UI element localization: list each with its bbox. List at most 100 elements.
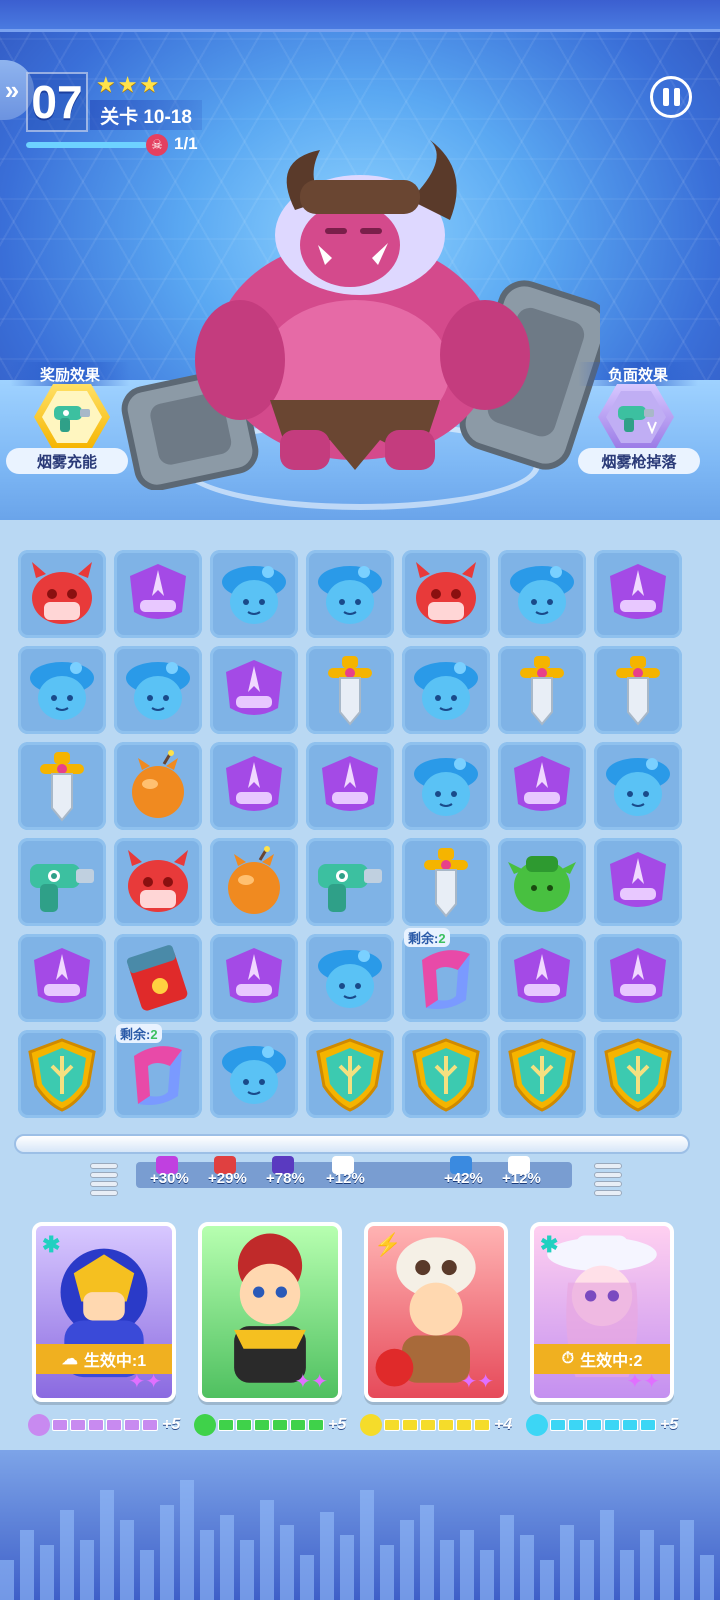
energy-segment (236, 1419, 252, 1431)
board-cell[interactable] (114, 838, 202, 926)
board-cell[interactable] (18, 742, 106, 830)
energy-segment (420, 1419, 436, 1431)
energy-segment (70, 1419, 86, 1431)
tile-sword-icon (424, 848, 468, 918)
smoke-gun-drop-icon (618, 406, 657, 434)
right-spring (594, 1160, 622, 1204)
board-cell[interactable] (18, 838, 106, 926)
tile-knight-purple-icon (514, 948, 570, 1003)
bonus-percent: +42% (444, 1170, 483, 1187)
reward-effect-title: 奖励效果 (10, 362, 130, 386)
board-cell[interactable] (594, 1030, 682, 1118)
hero-status-text: 生效中:2 (580, 1353, 643, 1370)
board-cell[interactable] (18, 1030, 106, 1118)
energy-segment (52, 1419, 68, 1431)
board-cell[interactable] (594, 934, 682, 1022)
hero-head-icon (194, 1414, 216, 1436)
remaining-count: 剩余:2 (404, 928, 450, 947)
board-cell[interactable]: 剩余:2 (114, 1024, 202, 1118)
board-cell[interactable] (210, 1030, 298, 1118)
board-cell[interactable] (402, 1030, 490, 1118)
tile-knight-purple-icon (610, 564, 666, 619)
board-cell[interactable] (498, 646, 586, 734)
board-cell[interactable] (594, 550, 682, 638)
board-cell[interactable] (402, 838, 490, 926)
board-cell[interactable] (306, 1030, 394, 1118)
bonus-percent: +29% (208, 1170, 247, 1187)
boss-ogre (121, 140, 600, 490)
tile-knight-purple-icon (130, 564, 186, 619)
equalizer-decoration (0, 1450, 720, 1600)
tile-red-envelope-icon (126, 945, 188, 1011)
board-cell[interactable] (210, 550, 298, 638)
remaining-value: 2 (150, 1027, 158, 1042)
board-cell[interactable] (18, 646, 106, 734)
board-cell[interactable] (306, 550, 394, 638)
energy-segment (456, 1419, 472, 1431)
remaining-value: 2 (438, 931, 446, 946)
bonus-percent: +78% (266, 1170, 305, 1187)
board-cell[interactable] (210, 742, 298, 830)
tile-girl-blue-icon (222, 566, 286, 624)
board-cell[interactable] (210, 838, 298, 926)
energy-segment (640, 1419, 656, 1431)
board-cell[interactable] (594, 742, 682, 830)
tile-shield-icon (508, 1038, 576, 1112)
hero-head-icon (526, 1414, 548, 1436)
board-cell[interactable] (114, 934, 202, 1022)
board-cell[interactable] (18, 934, 106, 1022)
tile-shield-icon (412, 1038, 480, 1112)
energy-segment (384, 1419, 400, 1431)
sparkle-icon: ✦✦ (626, 1371, 660, 1393)
hero-energy-meter: +5 (28, 1414, 180, 1436)
tile-knight-purple-icon (226, 756, 282, 811)
board-cell[interactable] (498, 838, 586, 926)
pause-button[interactable] (650, 76, 692, 118)
board-cell[interactable] (306, 934, 394, 1022)
tile-shield-icon (604, 1038, 672, 1112)
tile-girl-blue-icon (318, 950, 382, 1008)
board-cell[interactable] (498, 742, 586, 830)
board-cell[interactable] (306, 838, 394, 926)
energy-segment (290, 1419, 306, 1431)
board-cell[interactable] (114, 550, 202, 638)
board-cell[interactable] (594, 838, 682, 926)
hero-card-caveman[interactable]: ⚡ ✦✦ (364, 1222, 508, 1402)
board-cell[interactable] (114, 646, 202, 734)
tile-shield-icon (28, 1038, 96, 1112)
level-stars: ★★★ (96, 72, 162, 97)
remaining-label: 剩余: (120, 1027, 151, 1042)
hero-status-text: 生效中:1 (83, 1353, 147, 1370)
board-cell[interactable] (498, 934, 586, 1022)
board-cell[interactable] (402, 646, 490, 734)
bonus-percent: +12% (502, 1170, 541, 1187)
tile-girl-blue-icon (414, 758, 478, 816)
board-cell[interactable] (498, 550, 586, 638)
tile-goblin-green-icon (508, 856, 576, 912)
hero-card-blue-girl[interactable]: ✱ ⏱ 生效中:2 ✦✦ (530, 1222, 674, 1402)
tile-smoke-gun-icon (318, 864, 382, 912)
energy-segment (474, 1419, 490, 1431)
tile-knight-purple-icon (34, 948, 90, 1003)
board-cell[interactable] (402, 742, 490, 830)
board-cell[interactable] (210, 646, 298, 734)
board-cell[interactable] (402, 550, 490, 638)
timer-icon: ⏱ (561, 1350, 575, 1367)
tile-knight-purple-icon (610, 948, 666, 1003)
board-cell[interactable] (18, 550, 106, 638)
hero-card-opera-general[interactable]: ✦✦ (198, 1222, 342, 1402)
hero-type-icon: ✱ (540, 1232, 559, 1257)
board-cell[interactable] (594, 646, 682, 734)
sparkle-icon: ✦✦ (128, 1371, 162, 1393)
board-cell[interactable] (306, 646, 394, 734)
board-cell[interactable]: 剩余:2 (402, 928, 490, 1022)
energy-segment (106, 1419, 122, 1431)
board-cell[interactable] (306, 742, 394, 830)
tile-devil-red-icon (32, 562, 92, 624)
board-cell[interactable] (498, 1030, 586, 1118)
hero-card-purple-knight[interactable]: ✱ ☁ 生效中:1 ✦✦ (32, 1222, 176, 1402)
board-cell[interactable] (114, 742, 202, 830)
board-cell[interactable] (210, 934, 298, 1022)
tile-knight-purple-icon (610, 852, 666, 907)
tile-sword-icon (520, 656, 564, 726)
